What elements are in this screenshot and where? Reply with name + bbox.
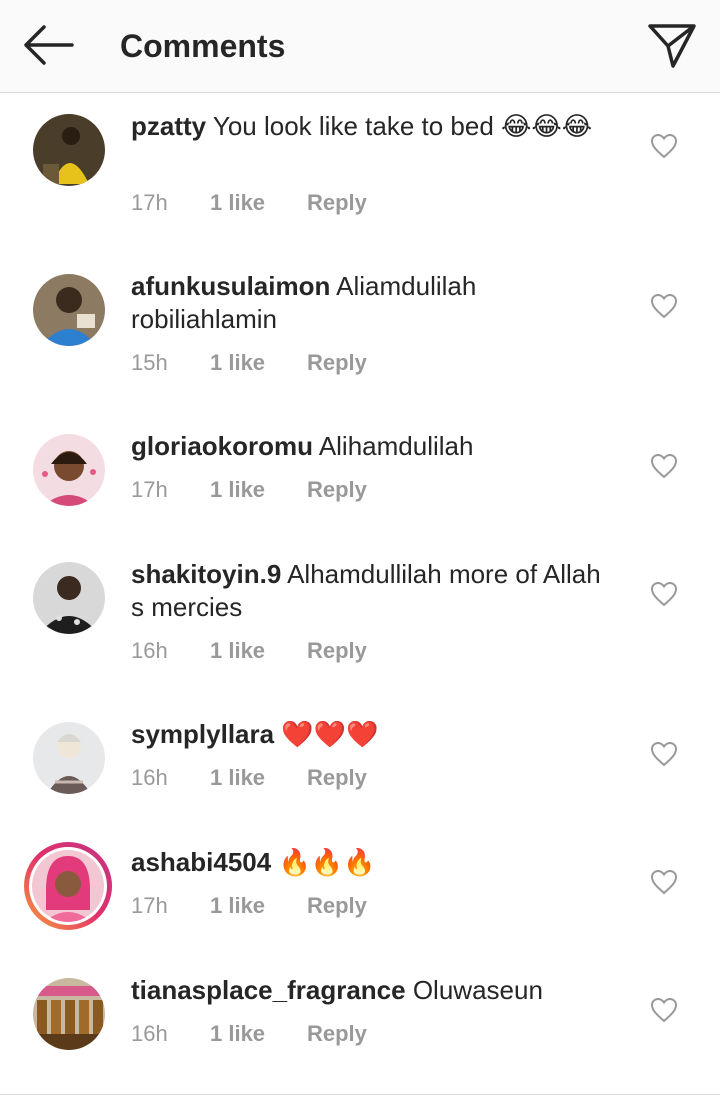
avatar[interactable] <box>33 978 105 1050</box>
avatar[interactable] <box>33 274 105 346</box>
comment-likes[interactable]: 1 like <box>210 892 307 920</box>
comment-time: 17h <box>131 893 168 918</box>
comment-username[interactable]: tianasplace_fragrance <box>131 975 406 1005</box>
avatar[interactable] <box>33 722 105 794</box>
avatar <box>29 847 107 925</box>
paper-plane-icon <box>648 24 696 68</box>
comment-body: afunkusulaimon Aliamdulilah robiliahlami… <box>131 270 611 336</box>
avatar[interactable] <box>33 562 105 634</box>
comment-body: pzatty You look like take to bed 😂😂😂 <box>131 110 611 144</box>
divider <box>0 1094 720 1095</box>
comment-body: tianasplace_fragrance Oluwaseun <box>131 974 611 1007</box>
heart-icon[interactable] <box>650 741 678 767</box>
comment-meta: 16h 1 like Reply <box>131 1020 367 1048</box>
comment-time: 16h <box>131 765 168 790</box>
reply-button[interactable]: Reply <box>307 476 367 504</box>
comment-text: Oluwaseun <box>412 975 543 1005</box>
comment-likes[interactable]: 1 like <box>210 349 307 377</box>
comment-body: ashabi4504 🔥🔥🔥 <box>131 846 611 880</box>
comment-emoji: 🔥🔥🔥 <box>278 848 376 878</box>
comment-likes[interactable]: 1 like <box>210 476 307 504</box>
comment-likes[interactable]: 1 like <box>210 1020 307 1048</box>
share-button[interactable] <box>646 20 698 70</box>
comment-meta: 17h 1 like Reply <box>131 892 367 920</box>
reply-button[interactable]: Reply <box>307 637 367 665</box>
comment-username[interactable]: shakitoyin.9 <box>131 559 281 589</box>
heart-icon[interactable] <box>650 453 678 479</box>
heart-icon[interactable] <box>650 869 678 895</box>
heart-icon[interactable] <box>650 997 678 1023</box>
comment-time: 17h <box>131 190 168 215</box>
heart-icon[interactable] <box>650 293 678 319</box>
comment-username[interactable]: symplyllara <box>131 719 274 749</box>
comment-meta: 16h 1 like Reply <box>131 764 367 792</box>
comment-text: You look like take to bed <box>212 111 494 141</box>
header-bar: Comments <box>0 0 720 93</box>
comment-likes[interactable]: 1 like <box>210 764 307 792</box>
comment-emoji: ❤️❤️❤️ <box>281 720 379 750</box>
comment-time: 17h <box>131 477 168 502</box>
reply-button[interactable]: Reply <box>307 189 367 217</box>
comment-username[interactable]: pzatty <box>131 111 206 141</box>
comment-meta: 15h 1 like Reply <box>131 349 367 377</box>
comment-body: gloriaokoromu Alihamdulilah <box>131 430 611 463</box>
avatar[interactable] <box>33 114 105 186</box>
comment-username[interactable]: ashabi4504 <box>131 847 271 877</box>
comment-meta: 17h 1 like Reply <box>131 189 367 217</box>
comment-time: 15h <box>131 350 168 375</box>
back-button[interactable] <box>18 22 76 68</box>
avatar-story-ring[interactable] <box>24 842 112 930</box>
reply-button[interactable]: Reply <box>307 764 367 792</box>
arrow-left-icon <box>24 25 74 65</box>
comment-time: 16h <box>131 1021 168 1046</box>
comment-meta: 17h 1 like Reply <box>131 476 367 504</box>
comment-username[interactable]: gloriaokoromu <box>131 431 313 461</box>
comment-likes[interactable]: 1 like <box>210 637 307 665</box>
reply-button[interactable]: Reply <box>307 892 367 920</box>
heart-icon[interactable] <box>650 133 678 159</box>
page-title: Comments <box>120 28 286 64</box>
comment-text: Alihamdulilah <box>318 431 474 461</box>
comment-emoji: 😂😂😂 <box>501 112 593 142</box>
reply-button[interactable]: Reply <box>307 1020 367 1048</box>
comment-likes[interactable]: 1 like <box>210 189 307 217</box>
comment-body: shakitoyin.9 Alhamdullilah more of Allah… <box>131 558 611 624</box>
comment-meta: 16h 1 like Reply <box>131 637 367 665</box>
avatar[interactable] <box>33 434 105 506</box>
comment-username[interactable]: afunkusulaimon <box>131 271 330 301</box>
reply-button[interactable]: Reply <box>307 349 367 377</box>
comment-body: symplyllara ❤️❤️❤️ <box>131 718 611 752</box>
comment-time: 16h <box>131 638 168 663</box>
heart-icon[interactable] <box>650 581 678 607</box>
